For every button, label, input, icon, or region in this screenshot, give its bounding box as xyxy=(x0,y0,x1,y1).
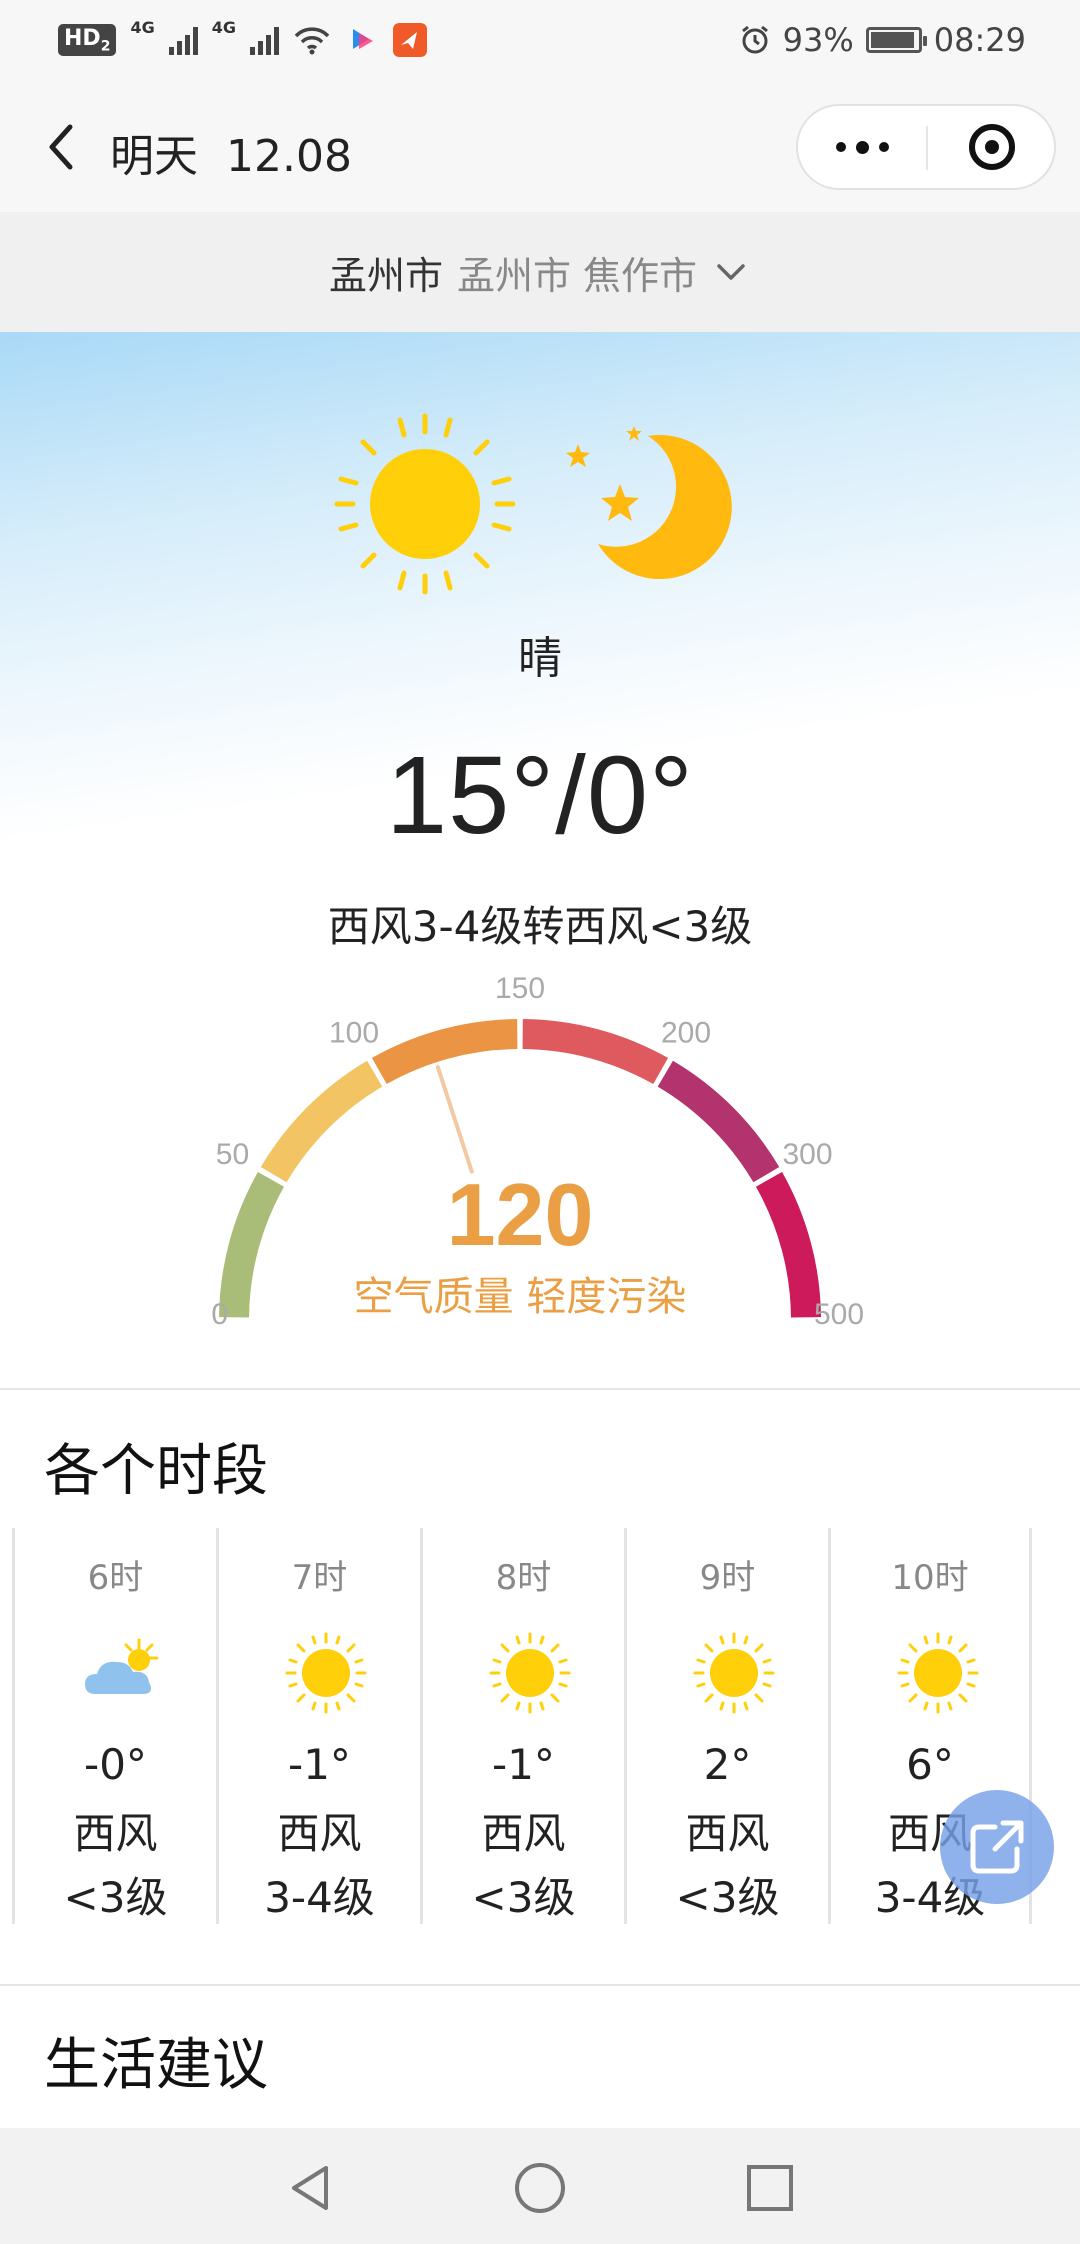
signal-icon-2 xyxy=(249,25,279,55)
section-divider xyxy=(0,1984,1080,1986)
weather-hero: 晴 15°/0° xyxy=(0,332,1080,892)
share-button[interactable] xyxy=(940,1790,1054,1904)
status-bar: HD2 4G 4G 93% 08:29 xyxy=(0,0,1080,82)
sun-icon xyxy=(285,1632,367,1714)
back-button[interactable] xyxy=(36,117,86,177)
sun-icon xyxy=(897,1632,979,1714)
hourly-section-title: 各个时段 xyxy=(44,1439,268,1504)
hour-time: 10时 xyxy=(891,1558,969,1598)
aqi-segment-medium xyxy=(522,1019,669,1085)
close-miniprogram-button[interactable] xyxy=(928,106,1056,188)
life-advice-title: 生活建议 xyxy=(44,2033,268,2098)
more-dot-icon xyxy=(835,142,846,152)
network-4g-label: 4G xyxy=(130,18,155,37)
hour-temperature: 2° xyxy=(703,1740,752,1789)
gauge-needle xyxy=(435,1065,474,1174)
gauge-tick-label: 50 xyxy=(216,1138,249,1171)
gauge-tick-label: 500 xyxy=(814,1298,864,1331)
more-dot-icon xyxy=(855,140,869,154)
air-quality-gauge: 0 50 100 150 200 300 500 120 空气质量 轻度污染 xyxy=(211,972,864,1331)
target-icon xyxy=(969,124,1015,170)
aqi-label: 空气质量 轻度污染 xyxy=(354,1274,687,1320)
location-selector[interactable]: 孟州市 孟州市 焦作市 xyxy=(0,212,1080,332)
gauge-tick-label: 200 xyxy=(661,1016,711,1049)
battery-fill xyxy=(870,32,914,48)
status-right: 93% 08:29 xyxy=(739,18,1026,62)
clock: 08:29 xyxy=(933,21,1026,59)
miniprogram-capsule xyxy=(796,104,1056,190)
nav-home-button[interactable] xyxy=(512,2160,568,2216)
hour-time: 6时 xyxy=(87,1558,144,1598)
aqi-segment-heavy xyxy=(657,1060,780,1183)
hourly-item: 9时 2° 西风 <3级 xyxy=(624,1528,828,1924)
aqi-segment-moderate xyxy=(260,1060,383,1183)
hour-wind-level: <3级 xyxy=(471,1873,576,1922)
hour-temperature: -1° xyxy=(288,1740,351,1789)
nav-back-button[interactable] xyxy=(282,2160,338,2216)
hour-temperature: -1° xyxy=(492,1740,555,1789)
hour-temperature: -0° xyxy=(84,1740,147,1789)
section-divider xyxy=(0,1388,1080,1390)
app-notification-icon xyxy=(392,23,427,57)
gauge-tick-label: 100 xyxy=(329,1016,379,1049)
battery-percent: 93% xyxy=(782,21,854,59)
hour-wind-direction: 西风 xyxy=(481,1809,566,1858)
status-left: HD2 4G 4G xyxy=(58,18,427,62)
hour-wind-level: <3级 xyxy=(63,1873,168,1922)
nav-recents-button[interactable] xyxy=(742,2160,798,2216)
more-dot-icon xyxy=(878,142,889,152)
aqi-segment-good xyxy=(219,1171,285,1318)
wind-forecast: 西风3-4级转西风<3级 xyxy=(327,902,753,951)
system-navigation-bar xyxy=(0,2128,1080,2244)
hourly-forecast: 6时 -0° 西风 <3级 7时 -1° 西风 3-4级 8时 -1° 西风 <… xyxy=(0,1528,1080,1924)
hour-wind-direction: 西风 xyxy=(685,1809,770,1858)
temperature-range: 15°/0° xyxy=(385,734,695,857)
weather-condition: 晴 xyxy=(518,633,562,684)
alarm-icon xyxy=(741,25,768,54)
page-title: 明天 12.08 xyxy=(110,131,352,182)
gauge-tick-label: 150 xyxy=(495,972,545,1005)
hour-wind-level: <3级 xyxy=(675,1873,780,1922)
share-icon xyxy=(970,1820,1024,1874)
hour-time: 8时 xyxy=(495,1558,552,1598)
hd-badge: HD2 xyxy=(58,23,117,57)
sun-icon xyxy=(693,1632,775,1714)
hour-temperature: 6° xyxy=(906,1740,954,1789)
chevron-down-icon xyxy=(717,264,745,280)
aqi-value: 120 xyxy=(447,1165,594,1264)
location-city: 孟州市 xyxy=(328,253,443,298)
sun-icon xyxy=(489,1632,571,1714)
moon-icon xyxy=(566,426,732,580)
aqi-segment-light xyxy=(371,1019,518,1085)
hourly-item: 7时 -1° 西风 3-4级 xyxy=(216,1528,420,1924)
hour-wind-direction: 西风 xyxy=(73,1809,158,1858)
hourly-item: 8时 -1° 西风 <3级 xyxy=(420,1528,624,1924)
hour-wind-direction: 西风 xyxy=(277,1809,362,1858)
location-region: 孟州市 焦作市 xyxy=(456,253,698,298)
gauge-tick-label: 0 xyxy=(211,1298,228,1331)
hour-wind-level: 3-4级 xyxy=(264,1873,375,1922)
signal-icon xyxy=(168,25,198,55)
hour-time: 7时 xyxy=(291,1558,348,1598)
more-button[interactable] xyxy=(798,106,926,188)
battery-icon xyxy=(865,27,927,53)
hourly-item: 6时 -0° 西风 <3级 xyxy=(12,1528,216,1924)
network-4g-label-2: 4G xyxy=(211,18,236,37)
sun-icon xyxy=(334,413,516,595)
wifi-icon xyxy=(294,27,330,55)
gauge-tick-label: 300 xyxy=(782,1138,832,1171)
day-night-weather-illustration xyxy=(334,413,732,595)
aqi-segment-severe xyxy=(755,1171,821,1318)
youku-app-icon xyxy=(352,29,373,49)
nav-bar: 明天 12.08 xyxy=(0,82,1080,212)
partly-cloudy-icon xyxy=(85,1638,159,1694)
chevron-left-icon xyxy=(49,124,73,170)
hour-time: 9时 xyxy=(699,1558,756,1598)
